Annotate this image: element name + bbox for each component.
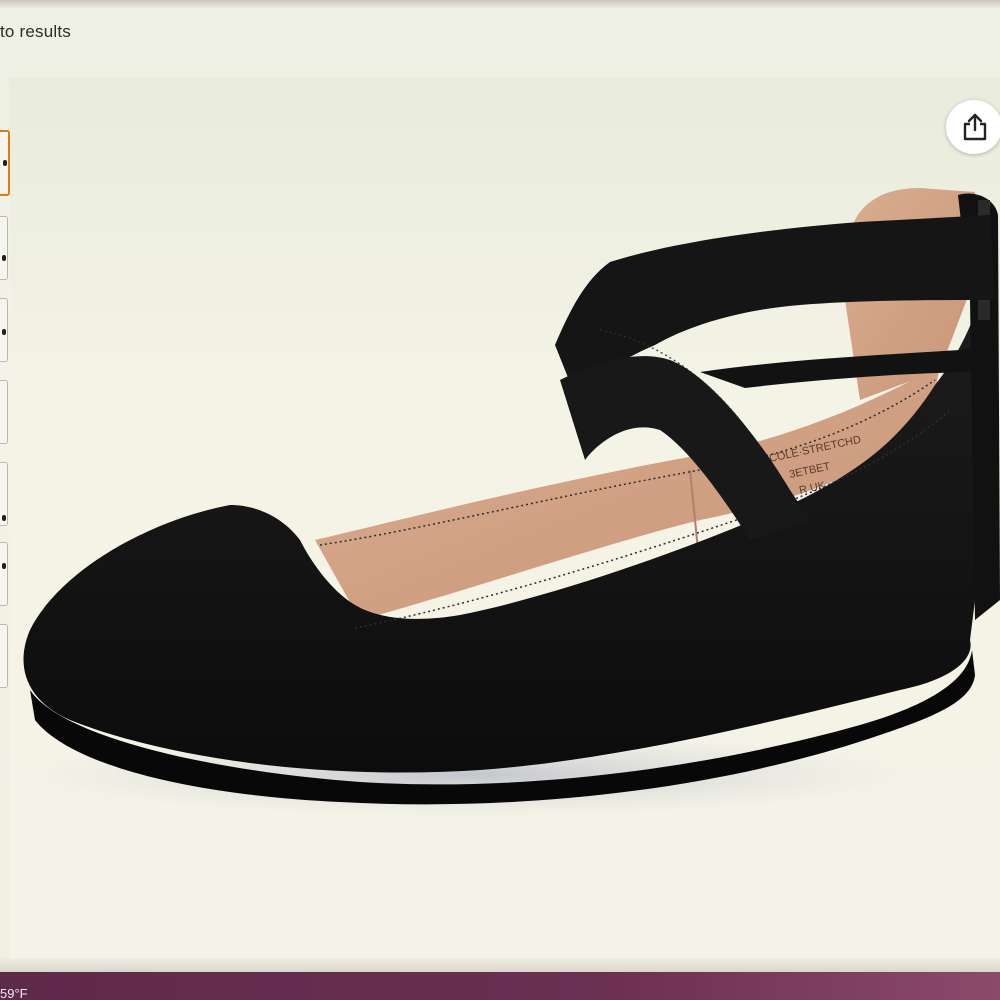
product-image-shoe[interactable]: COLE·STRETCHD 3ETBET R UK <box>0 0 1000 1000</box>
share-button[interactable] <box>946 100 1000 154</box>
monitor-bezel-edge <box>0 958 1000 972</box>
browser-screen: to results COLE·STRETCHD 3ETBET R UK 59°… <box>0 0 1000 1000</box>
os-taskbar <box>0 972 1000 1000</box>
share-icon <box>963 113 987 141</box>
weather-temperature[interactable]: 59°F <box>0 986 28 1000</box>
